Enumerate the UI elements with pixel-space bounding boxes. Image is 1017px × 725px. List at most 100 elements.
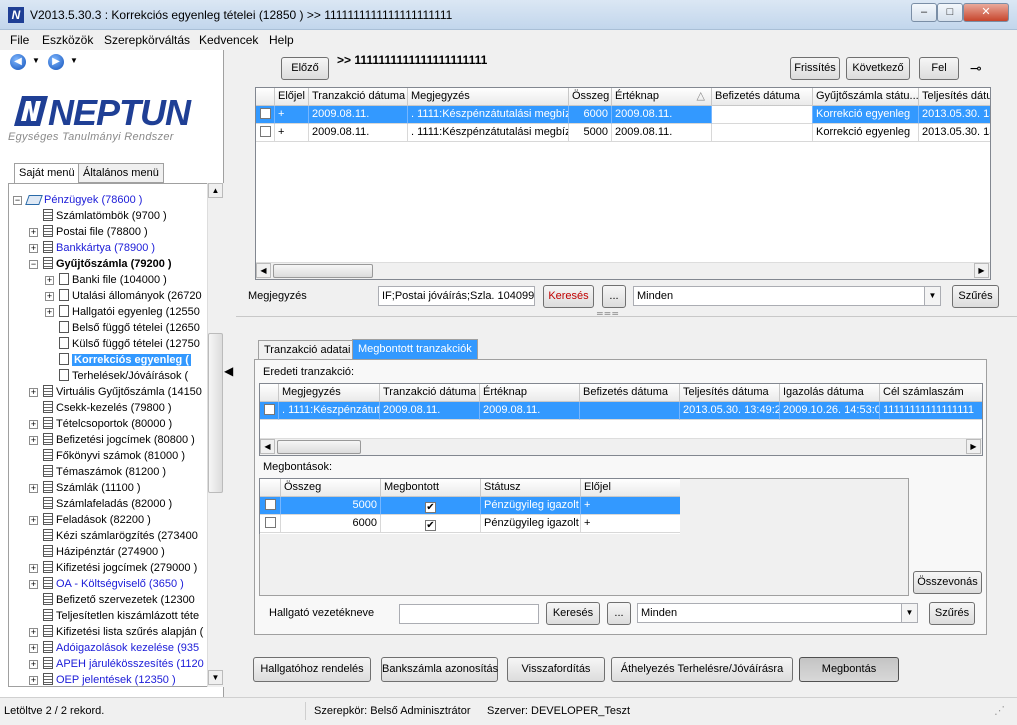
col-befizetes-datuma[interactable]: Befizetés dátuma	[580, 384, 680, 402]
close-button[interactable]: ✕	[963, 3, 1009, 22]
col-select[interactable]	[260, 479, 281, 497]
forward-dropdown-icon[interactable]: ▼	[70, 56, 78, 65]
tree-item[interactable]: Csekk-kezelés (79800 )	[43, 400, 172, 416]
scroll-right-icon[interactable]: ▶	[974, 263, 989, 278]
tree-item[interactable]: Külső függő tételei (12750	[59, 336, 200, 352]
minimize-button[interactable]: –	[911, 3, 937, 22]
tree-expander-icon[interactable]: +	[29, 388, 38, 397]
lower-dots-button[interactable]: ...	[607, 602, 631, 625]
refresh-button[interactable]: Frissítés	[790, 57, 840, 80]
tree-scroll-thumb[interactable]	[208, 333, 223, 493]
row-checkbox[interactable]	[259, 126, 271, 137]
dots-button[interactable]: ...	[602, 285, 626, 308]
forward-icon[interactable]: ▶	[48, 54, 64, 70]
tree-expander-icon[interactable]: +	[45, 308, 54, 317]
filter-button[interactable]: Szűrés	[952, 285, 999, 308]
col-megjegyzes[interactable]: Megjegyzés	[279, 384, 380, 402]
tree-expander-icon[interactable]: +	[29, 580, 38, 589]
col-select[interactable]	[260, 384, 279, 402]
tree-item[interactable]: Virtuális Gyűjtőszámla (14150	[43, 384, 202, 400]
col-statusz[interactable]: Státusz	[481, 479, 581, 497]
tree-expander-icon[interactable]: +	[29, 644, 38, 653]
back-icon[interactable]: ◀	[10, 54, 26, 70]
reverse-button[interactable]: Visszafordítás	[507, 657, 605, 682]
tree-item[interactable]: Teljesítetlen kiszámlázott téte	[43, 608, 199, 624]
hallgato-vezeteknev-input[interactable]	[399, 604, 539, 624]
tree-item[interactable]: Hallgatói egyenleg (12550	[59, 304, 200, 320]
tab-tranzakcio-adatai[interactable]: Tranzakció adatai	[258, 340, 357, 360]
filter-combo[interactable]: Minden ▼	[633, 286, 941, 306]
col-elojel[interactable]: Előjel	[275, 88, 309, 106]
resize-grip-icon[interactable]: ⋰	[994, 702, 1011, 720]
tree-item[interactable]: APEH járulékösszesítés (1120	[43, 656, 204, 672]
megjegyzes-input[interactable]: IF;Postai jóváírás;Szla. 1040999	[378, 286, 535, 306]
row-checkbox[interactable]	[264, 499, 276, 510]
col-cel-szamlaszam[interactable]: Cél számlaszám	[880, 384, 982, 402]
tree-item[interactable]: OEP jelentések (12350 )	[43, 672, 176, 686]
tree-item[interactable]: Banki file (104000 )	[59, 272, 167, 288]
tree-item[interactable]: Témaszámok (81200 )	[43, 464, 166, 480]
tree-expander-icon[interactable]: +	[29, 244, 38, 253]
lower-filter-combo[interactable]: Minden ▼	[637, 603, 918, 623]
next-button[interactable]: Következő	[846, 57, 910, 80]
row-checkbox[interactable]	[259, 108, 271, 119]
col-tranzakcio-datuma[interactable]: Tranzakció dátuma	[309, 88, 408, 106]
col-erteknap[interactable]: Értéknap	[480, 384, 580, 402]
col-tranzakcio-datuma[interactable]: Tranzakció dátuma	[380, 384, 480, 402]
tree-item[interactable]: Terhelések/Jóváírások (	[59, 368, 188, 384]
tree-scrollbar[interactable]: ▲ ▼	[207, 183, 224, 687]
bank-account-identify-button[interactable]: Bankszámla azonosítás	[381, 657, 498, 682]
col-select[interactable]	[256, 88, 275, 106]
scroll-left-icon[interactable]: ◀	[256, 263, 271, 278]
tree-item[interactable]: Feladások (82200 )	[43, 512, 151, 528]
main-grid-hscroll[interactable]: ◀ ▶	[256, 262, 990, 279]
tree-expander-icon[interactable]: −	[13, 196, 22, 205]
menu-help[interactable]: Help	[269, 33, 294, 47]
col-teljesites-datuma[interactable]: Teljesítés dátu	[919, 88, 990, 106]
scroll-up-icon[interactable]: ▲	[208, 183, 223, 198]
tree-item[interactable]: Postai file (78800 )	[43, 224, 148, 240]
tree-item[interactable]: Befizetési jogcímek (80800 )	[43, 432, 195, 448]
back-dropdown-icon[interactable]: ▼	[32, 56, 40, 65]
tree-item[interactable]: Számlák (11100 )	[43, 480, 141, 496]
scroll-down-icon[interactable]: ▼	[208, 670, 223, 685]
tree-item[interactable]: Számlafeladás (82000 )	[43, 496, 172, 512]
tree-item[interactable]: Házipénztár (274900 )	[43, 544, 165, 560]
col-teljesites-datuma[interactable]: Teljesítés dátuma	[680, 384, 780, 402]
tree-expander-icon[interactable]: +	[29, 660, 38, 669]
tree-expander-icon[interactable]: +	[29, 628, 38, 637]
tree-item[interactable]: Pénzügyek (78600 )	[25, 192, 142, 208]
tree-expander-icon[interactable]: +	[45, 276, 54, 285]
move-to-charges-button[interactable]: Áthelyezés Terhelésre/Jóváírásra	[611, 657, 793, 682]
merge-button[interactable]: Összevonás	[913, 571, 982, 594]
original-grid-hscroll[interactable]: ◀ ▶	[260, 438, 982, 455]
scroll-left-icon[interactable]: ◀	[260, 439, 275, 454]
megbontott-checkbox[interactable]: ✔	[425, 520, 436, 531]
pin-icon[interactable]: ⊸	[970, 60, 982, 77]
megbontott-checkbox[interactable]: ✔	[425, 502, 436, 513]
tab-sajat-menu[interactable]: Saját menü	[14, 163, 80, 183]
col-megjegyzes[interactable]: Megjegyzés	[408, 88, 569, 106]
menu-eszkozok[interactable]: Eszközök	[42, 33, 93, 47]
tree-item[interactable]: Kézi számlarögzítés (273400	[43, 528, 198, 544]
lower-search-button[interactable]: Keresés	[546, 602, 600, 625]
tab-altalanos-menu[interactable]: Általános menü	[78, 163, 164, 183]
tree-item[interactable]: Bankkártya (78900 )	[43, 240, 155, 256]
col-gyujtoszamla-statusz[interactable]: Gyűjtőszámla státu...	[813, 88, 919, 106]
tree-item[interactable]: Gyűjtőszámla (79200 )	[43, 256, 172, 272]
menu-kedvencek[interactable]: Kedvencek	[199, 33, 258, 47]
lower-filter-button[interactable]: Szűrés	[929, 602, 975, 625]
up-button[interactable]: Fel	[919, 57, 959, 80]
tree-expander-icon[interactable]: +	[29, 436, 38, 445]
chevron-down-icon[interactable]: ▼	[924, 287, 940, 305]
col-befizetes-datuma[interactable]: Befizetés dátuma	[712, 88, 813, 106]
tree-item[interactable]: Belső függő tételei (12650	[59, 320, 200, 336]
main-grid-hscroll-thumb[interactable]	[273, 264, 373, 278]
tree-expander-icon[interactable]: +	[29, 228, 38, 237]
tab-megbontott-tranzakciok[interactable]: Megbontott tranzakciók	[352, 339, 478, 359]
tree-expander-icon[interactable]: +	[29, 676, 38, 685]
tree-item[interactable]: Tételcsoportok (80000 )	[43, 416, 172, 432]
tree-item[interactable]: Adóigazolások kezelése (935	[43, 640, 199, 656]
chevron-down-icon[interactable]: ▼	[901, 604, 917, 622]
menu-szerepkorvaltas[interactable]: Szerepkörváltás	[104, 33, 190, 47]
